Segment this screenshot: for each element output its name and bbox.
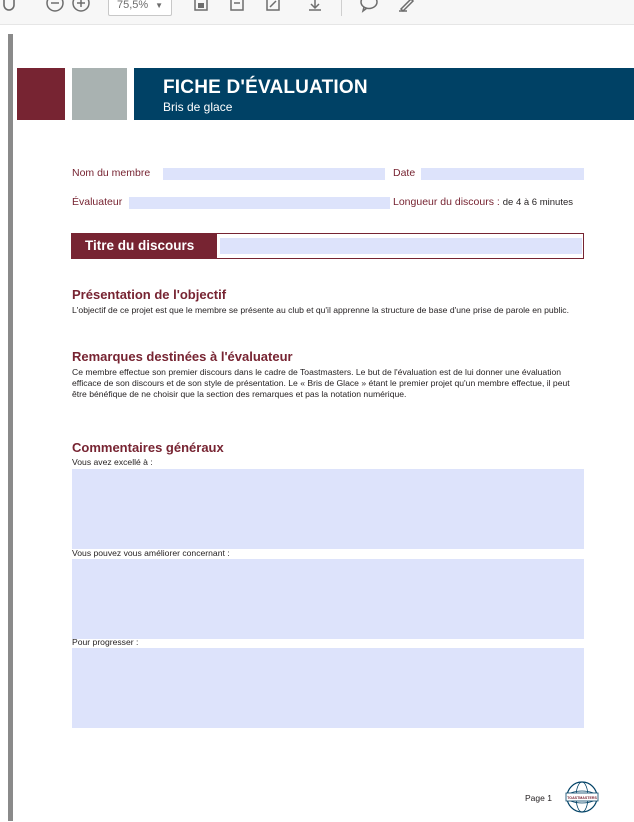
toolbar-divider bbox=[341, 0, 342, 16]
improve-field[interactable] bbox=[72, 559, 584, 639]
page-title: FICHE D'ÉVALUATION bbox=[163, 77, 368, 98]
header-red-block bbox=[17, 68, 65, 120]
excelled-field[interactable] bbox=[72, 469, 584, 549]
draw-icon[interactable] bbox=[396, 0, 418, 14]
rotate-icon[interactable] bbox=[262, 0, 284, 14]
toastmasters-logo: TOASTMASTERS bbox=[562, 777, 602, 817]
speech-length-label-text: Longueur du discours : bbox=[393, 196, 500, 208]
member-name-label: Nom du membre bbox=[72, 167, 151, 179]
hand-icon[interactable] bbox=[0, 0, 20, 14]
date-field[interactable] bbox=[421, 168, 584, 180]
fit-width-icon[interactable] bbox=[226, 0, 248, 14]
improve-label: Vous pouvez vous améliorer concernant : bbox=[72, 548, 230, 558]
zoom-in-icon[interactable] bbox=[70, 0, 92, 14]
header-gray-block bbox=[72, 68, 127, 120]
page-number: Page 1 bbox=[525, 793, 552, 803]
page-subtitle: Bris de glace bbox=[163, 100, 233, 114]
notes-text: Ce membre effectue son premier discours … bbox=[72, 367, 570, 399]
speech-title-field[interactable] bbox=[220, 238, 582, 254]
comment-icon[interactable] bbox=[358, 0, 380, 14]
zoom-select[interactable]: 75,5% ▼ bbox=[108, 0, 172, 16]
logo-text: TOASTMASTERS bbox=[567, 796, 597, 800]
evaluator-label: Évaluateur bbox=[72, 196, 123, 208]
chevron-down-icon: ▼ bbox=[155, 1, 163, 10]
notes-heading: Remarques destinées à l'évaluateur bbox=[72, 349, 293, 364]
pdf-toolbar: 75,5% ▼ bbox=[0, 0, 634, 25]
zoom-out-icon[interactable] bbox=[44, 0, 66, 14]
progress-field[interactable] bbox=[72, 648, 584, 728]
speech-title-label: Titre du discours bbox=[71, 233, 217, 259]
viewer-scroll-edge bbox=[8, 34, 13, 821]
speech-length-label: Longueur du discours : de 4 à 6 minutes bbox=[393, 196, 573, 208]
member-name-field[interactable] bbox=[163, 168, 385, 180]
download-icon[interactable] bbox=[304, 0, 326, 14]
comments-heading: Commentaires généraux bbox=[72, 440, 224, 455]
date-label: Date bbox=[393, 167, 416, 179]
evaluator-field[interactable] bbox=[129, 197, 390, 209]
speech-length-value: de 4 à 6 minutes bbox=[502, 197, 573, 208]
zoom-value: 75,5% bbox=[117, 0, 149, 11]
fit-page-icon[interactable] bbox=[190, 0, 212, 14]
excelled-label: Vous avez excellé à : bbox=[72, 457, 153, 467]
progress-label: Pour progresser : bbox=[72, 637, 139, 647]
purpose-text: L'objectif de ce projet est que le membr… bbox=[72, 305, 569, 315]
purpose-heading: Présentation de l'objectif bbox=[72, 287, 227, 302]
